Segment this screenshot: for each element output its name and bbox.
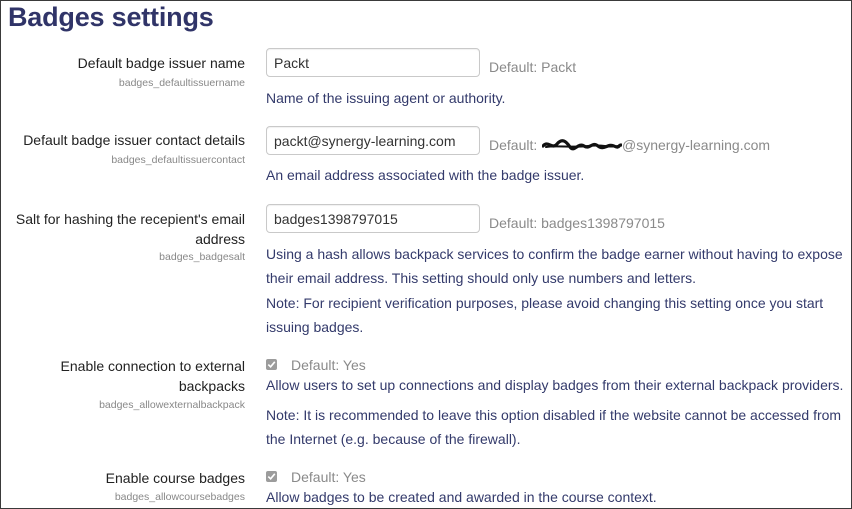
issuer-name-default: Default: Packt (489, 59, 577, 75)
issuer-contact-input[interactable] (266, 126, 480, 155)
issuer-contact-description: An email address associated with the bad… (266, 167, 585, 183)
course-badges-label: Enable course badges (105, 470, 245, 486)
issuer-name-key: badges_defaultissuername (118, 77, 245, 89)
checkmark-icon (267, 361, 276, 368)
page-title: Badges settings (8, 2, 214, 32)
course-badges-key: badges_allowcoursebadges (114, 491, 245, 503)
badge-salt-label-line2: address (195, 231, 245, 247)
external-backpack-key: badges_allowexternalbackpack (99, 399, 245, 411)
checkmark-icon (267, 473, 276, 480)
badge-salt-label-line1: Salt for hashing the recepient's email (15, 211, 245, 227)
course-badges-description: Allow badges to be created and awarded i… (266, 489, 657, 505)
badge-salt-description: Using a hash allows backpack services to… (266, 246, 843, 286)
course-badges-default: Default: Yes (291, 469, 366, 485)
redaction-scribble-icon (542, 139, 622, 151)
external-backpack-default: Default: Yes (291, 357, 366, 373)
issuer-contact-label: Default badge issuer contact details (23, 132, 245, 148)
issuer-contact-key: badges_defaultissuercontact (111, 154, 245, 166)
external-backpack-note: Note: It is recommended to leave this op… (266, 407, 842, 447)
external-backpack-checkbox[interactable] (266, 359, 277, 370)
issuer-contact-default-prefix: Default: (489, 137, 538, 153)
external-backpack-label-line1: Enable connection to external (60, 358, 245, 374)
badge-salt-input[interactable] (266, 204, 480, 233)
course-badges-checkbox[interactable] (266, 471, 277, 482)
badge-salt-default: Default: badges1398797015 (489, 215, 665, 231)
issuer-contact-default-suffix: @synergy-learning.com (622, 137, 771, 153)
issuer-name-description: Name of the issuing agent or authority. (266, 90, 506, 106)
external-backpack-label-line2: backpacks (178, 378, 245, 394)
issuer-name-input[interactable] (266, 48, 480, 77)
badge-salt-note: Note: For recipient verification purpose… (266, 295, 824, 335)
settings-page: Badges settings Default badge issuer nam… (0, 0, 852, 509)
issuer-name-label: Default badge issuer name (77, 55, 245, 71)
badge-salt-key: badges_badgesalt (159, 251, 245, 263)
external-backpack-description: Allow users to set up connections and di… (266, 377, 844, 393)
